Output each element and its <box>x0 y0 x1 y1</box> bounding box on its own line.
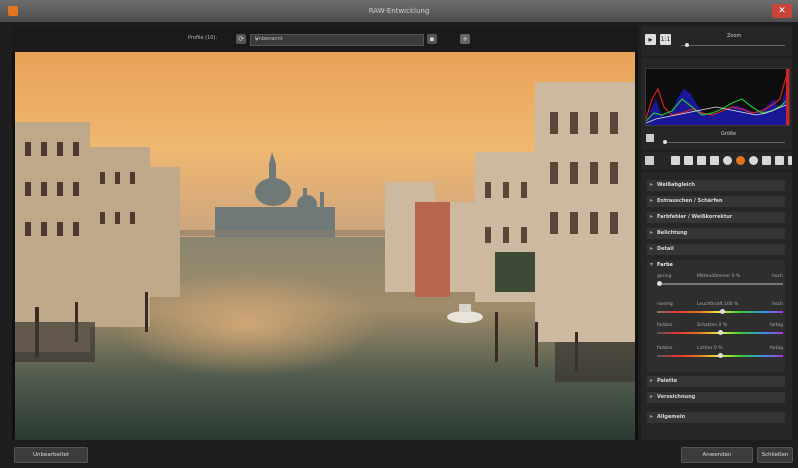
one-to-one-icon[interactable]: 1:1 <box>660 34 671 45</box>
filmstrip-icon[interactable] <box>671 156 680 165</box>
color-icon[interactable] <box>736 156 745 165</box>
compare-icon[interactable] <box>684 156 693 165</box>
fit-view-icon[interactable]: ▸ <box>645 34 656 45</box>
profile-select[interactable]: Unbenannt ▾ <box>250 34 424 46</box>
expand-icon: ▸ <box>650 377 654 384</box>
slider-min-label: gering <box>657 274 672 279</box>
slider-track[interactable] <box>657 283 783 285</box>
section-detail[interactable]: ▸ Detail <box>647 244 785 255</box>
expand-icon: ▸ <box>650 213 654 220</box>
expand-icon: ▸ <box>650 229 654 236</box>
collapse-icon[interactable]: ▾ <box>650 261 653 268</box>
section-label: Farbfehler / Weißkorrektur <box>657 214 733 220</box>
histogram-graph <box>646 69 789 125</box>
slider-vibrance[interactable]: niedrig Leuchtkraft 100 % hoch <box>657 302 783 316</box>
section-general[interactable]: ▸ Allgemein <box>647 412 785 423</box>
section-noise-sharpen[interactable]: ▸ Entrauschen / Schärfen <box>647 196 785 207</box>
section-palette[interactable]: ▸ Palette <box>647 376 785 387</box>
section-label: Weißabgleich <box>657 182 695 188</box>
zoom-label: Zoom <box>727 33 742 39</box>
section-white-balance[interactable]: ▸ Weißabgleich <box>647 180 785 191</box>
slider-value-label: Mittendämmer 0 % <box>697 274 741 279</box>
section-label: Belichtung <box>657 230 688 236</box>
slider-max-label: hoch <box>772 302 783 307</box>
slider-max-label: farbig <box>769 346 783 351</box>
histogram-panel: Größe <box>641 58 792 150</box>
histogram-mode-icon[interactable] <box>646 134 654 142</box>
close-button[interactable]: Schließen <box>757 447 793 463</box>
slider-midtone-damping[interactable]: gering Mittendämmer 0 % hoch <box>657 274 783 288</box>
expand-icon: ▸ <box>650 393 654 400</box>
adjustments-panel: ▸ Weißabgleich ▸ Entrauschen / Schärfen ▸ F… <box>641 172 792 440</box>
slider-knob[interactable] <box>657 281 662 286</box>
raw-development-window: RAW-Entwicklung ✕ Profile (10): ⟳ Unbena… <box>0 0 798 468</box>
histogram <box>645 68 790 126</box>
profile-toolbar: Profile (10): ⟳ Unbenannt ▾ ▪ + <box>12 26 638 52</box>
preview-area: Profile (10): ⟳ Unbenannt ▾ ▪ + <box>12 26 638 440</box>
section-exposure[interactable]: ▸ Belichtung <box>647 228 785 239</box>
expand-icon: ▸ <box>650 413 654 420</box>
section-color-expanded: ▾ Farbe gering Mittendämmer 0 % hoch nie… <box>647 260 785 372</box>
expand-icon: ▸ <box>650 181 654 188</box>
slider-value-label: Schatten 0 % <box>697 323 728 328</box>
section-label: Palette <box>657 378 678 384</box>
palette-icon[interactable] <box>749 156 758 165</box>
tool-icons <box>671 156 792 166</box>
title-bar: RAW-Entwicklung ✕ <box>0 0 798 22</box>
image-icon[interactable] <box>710 156 719 165</box>
venice-photo <box>15 52 635 440</box>
photo-preview[interactable] <box>15 52 635 440</box>
slider-min-label: niedrig <box>657 302 673 307</box>
section-label: Entrauschen / Schärfen <box>657 198 723 204</box>
tone-icon[interactable] <box>723 156 732 165</box>
slider-max-label: farbig <box>769 323 783 328</box>
profile-label: Profile (10): <box>188 35 218 41</box>
camera-icon[interactable] <box>775 156 784 165</box>
section-distortion[interactable]: ▸ Verzeichnung <box>647 392 785 403</box>
crop-icon[interactable] <box>762 156 771 165</box>
size-label: Größe <box>721 131 737 137</box>
more-icon[interactable] <box>788 156 792 165</box>
size-slider-knob[interactable] <box>663 140 667 144</box>
zoom-panel: ▸ 1:1 Zoom <box>641 26 792 56</box>
window-title: RAW-Entwicklung <box>368 7 430 15</box>
slider-knob[interactable] <box>717 330 723 335</box>
slider-min-label: farblos <box>657 323 673 328</box>
section-color-fringe[interactable]: ▸ Farbfehler / Weißkorrektur <box>647 212 785 223</box>
save-profile-icon[interactable]: ▪ <box>427 34 437 44</box>
slider-highlights[interactable]: farblos Lichter 0 % farbig <box>657 346 783 360</box>
profile-settings-icon[interactable]: ⟳ <box>236 34 246 44</box>
close-window-button[interactable]: ✕ <box>772 4 792 18</box>
panel-toggle-icon[interactable] <box>645 156 654 165</box>
tool-icons-row <box>641 152 792 170</box>
apply-button[interactable]: Anwenden <box>681 447 753 463</box>
section-label: Allgemein <box>657 414 686 420</box>
zoom-slider[interactable] <box>681 45 785 46</box>
section-color-title: Farbe <box>657 262 673 268</box>
slider-knob[interactable] <box>719 309 725 314</box>
sidebar: ▸ 1:1 Zoom Größe ▸ Weißabgleich ▸ Entrau… <box>641 26 792 440</box>
expand-icon: ▸ <box>650 245 654 252</box>
size-slider[interactable] <box>663 142 785 143</box>
chevron-down-icon: ▾ <box>255 36 259 43</box>
reset-button[interactable]: Unbearbeitet <box>14 447 88 463</box>
expand-icon: ▸ <box>650 197 654 204</box>
slider-max-label: hoch <box>772 274 783 279</box>
section-label: Verzeichnung <box>657 394 696 400</box>
slider-min-label: farblos <box>657 346 673 351</box>
add-profile-button[interactable]: + <box>460 34 470 44</box>
grid-icon[interactable] <box>697 156 706 165</box>
section-label: Detail <box>657 246 674 252</box>
slider-value-label: Lichter 0 % <box>697 346 723 351</box>
slider-value-label: Leuchtkraft 100 % <box>697 302 739 307</box>
slider-shadows[interactable]: farblos Schatten 0 % farbig <box>657 323 783 337</box>
slider-knob[interactable] <box>717 353 723 358</box>
zoom-slider-knob[interactable] <box>685 43 689 47</box>
